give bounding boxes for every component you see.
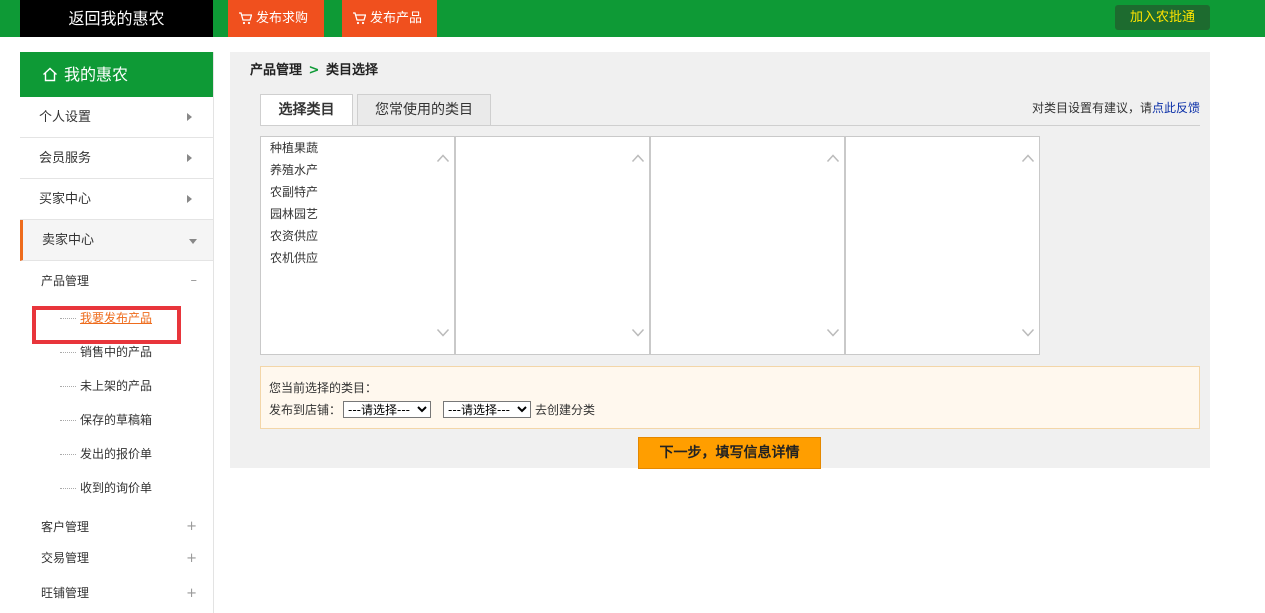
sidebar-item-buyer-center[interactable]: 买家中心 (20, 179, 213, 220)
list-item[interactable]: 农副特产 (270, 183, 454, 205)
feedback-text: 对类目设置有建议，请点此反馈 (1032, 99, 1200, 116)
feedback-link[interactable]: 点此反馈 (1152, 101, 1200, 115)
selection-info-box: 您当前选择的类目： 发布到店铺： ---请选择--- ---请选择--- 去创建… (260, 366, 1200, 429)
back-to-my-huinong-link[interactable]: 返回我的惠农 (20, 0, 213, 37)
list-item[interactable]: 园林园艺 (270, 205, 454, 227)
breadcrumb: 产品管理 > 类目选择 (250, 59, 378, 78)
sidebar-item-label: 卖家中心 (42, 233, 95, 248)
list-item[interactable]: 农资供应 (270, 227, 454, 249)
sidebar-item-label: 个人设置 (39, 110, 92, 125)
sidebar-item-drafts[interactable]: 保存的草稿箱 (20, 403, 213, 437)
tab-divider (260, 125, 1200, 126)
breadcrumb-separator: > (308, 63, 320, 78)
publish-purchase-label: 发布求购 (256, 11, 309, 26)
scroll-down-icon[interactable] (436, 328, 450, 338)
sidebar-item-label: 销售中的产品 (80, 345, 153, 359)
category-options: 种植果蔬 养殖水产 农副特产 园林园艺 农资供应 农机供应 (261, 137, 454, 271)
collapse-icon: – (190, 273, 198, 288)
sidebar-group-label: 旺铺管理 (41, 586, 90, 600)
tree-dots (60, 386, 76, 387)
sidebar-group-transaction-management[interactable]: 交易管理 + (20, 541, 213, 576)
publish-product-label: 发布产品 (370, 11, 423, 26)
chevron-right-icon (187, 154, 192, 162)
sidebar-item-personal-settings[interactable]: 个人设置 (20, 97, 213, 138)
scroll-up-icon[interactable] (436, 153, 450, 163)
list-item[interactable]: 种植果蔬 (270, 139, 454, 161)
scroll-down-icon[interactable] (826, 328, 840, 338)
expand-icon: + (186, 551, 197, 566)
sidebar-item-label: 保存的草稿箱 (80, 413, 153, 427)
sidebar-item-label: 发出的报价单 (80, 447, 153, 461)
tree-dots (60, 488, 76, 489)
chevron-down-icon (189, 239, 197, 244)
expand-icon: + (186, 586, 197, 601)
sidebar-group-label: 产品管理 (41, 274, 90, 288)
publish-to-shop-label: 发布到店铺： (269, 403, 342, 417)
breadcrumb-parent[interactable]: 产品管理 (250, 63, 302, 78)
sidebar-item-label: 买家中心 (39, 192, 92, 207)
top-bar: 返回我的惠农 发布求购 发布产品 加入农批通 (0, 0, 1265, 37)
feedback-prefix: 对类目设置有建议，请 (1031, 101, 1152, 115)
shop-category-select-2[interactable]: ---请选择--- (443, 401, 532, 418)
cart-icon (353, 12, 366, 25)
publish-to-shop-row: 发布到店铺： ---请选择--- ---请选择--- 去创建分类 (269, 401, 595, 418)
main-panel: 产品管理 > 类目选择 选择类目 您常使用的类目 对类目设置有建议，请点此反馈 … (230, 52, 1210, 469)
sidebar-group-label: 客户管理 (41, 520, 90, 534)
home-icon (43, 67, 57, 82)
scroll-up-icon[interactable] (631, 153, 645, 163)
tree-dots (60, 352, 76, 353)
sidebar-group-label: 交易管理 (41, 551, 90, 565)
list-item[interactable]: 养殖水产 (270, 161, 454, 183)
sidebar-item-received-inquiries[interactable]: 收到的询价单 (20, 471, 213, 505)
category-list-level-3[interactable] (650, 136, 845, 355)
category-list-level-4[interactable] (845, 136, 1040, 355)
scroll-up-icon[interactable] (826, 153, 840, 163)
scroll-up-icon[interactable] (1021, 153, 1035, 163)
scroll-down-icon[interactable] (631, 328, 645, 338)
highlight-annotation-box (32, 306, 181, 344)
sidebar-item-unlisted-products[interactable]: 未上架的产品 (20, 369, 213, 403)
sidebar-group-product-management[interactable]: 产品管理 – (20, 261, 213, 301)
sidebar-item-member-services[interactable]: 会员服务 (20, 138, 213, 179)
scroll-down-icon[interactable] (1021, 328, 1035, 338)
tab-frequent-categories[interactable]: 您常使用的类目 (357, 94, 491, 126)
sidebar-item-seller-center[interactable]: 卖家中心 (20, 220, 213, 261)
sidebar-header[interactable]: 我的惠农 (20, 52, 213, 97)
sidebar-item-sent-quotes[interactable]: 发出的报价单 (20, 437, 213, 471)
tree-dots (60, 454, 76, 455)
sidebar-item-label: 会员服务 (39, 151, 92, 166)
sidebar-group-customer-management[interactable]: 客户管理 + (20, 505, 213, 541)
publish-product-button[interactable]: 发布产品 (342, 0, 437, 37)
next-step-button[interactable]: 下一步，填写信息详情 (638, 437, 821, 469)
join-wholesale-button[interactable]: 加入农批通 (1115, 5, 1210, 30)
sidebar-item-label: 收到的询价单 (80, 481, 153, 495)
publish-purchase-button[interactable]: 发布求购 (228, 0, 324, 37)
chevron-right-icon (187, 195, 192, 203)
cart-icon (239, 12, 252, 25)
tab-choose-category[interactable]: 选择类目 (260, 94, 353, 126)
list-item[interactable]: 农机供应 (270, 249, 454, 271)
create-category-link[interactable]: 去创建分类 (535, 401, 595, 418)
tree-dots (60, 420, 76, 421)
current-category-label: 您当前选择的类目： (269, 381, 378, 395)
sidebar-title: 我的惠农 (64, 65, 129, 84)
category-list-level-1[interactable]: 种植果蔬 养殖水产 农副特产 园林园艺 农资供应 农机供应 (260, 136, 455, 355)
sidebar-item-label: 未上架的产品 (80, 379, 153, 393)
chevron-right-icon (187, 113, 192, 121)
shop-category-select-1[interactable]: ---请选择--- (343, 401, 432, 418)
sidebar-group-shop-management[interactable]: 旺铺管理 + (20, 576, 213, 611)
category-list-level-2[interactable] (455, 136, 650, 355)
breadcrumb-current: 类目选择 (325, 63, 378, 78)
